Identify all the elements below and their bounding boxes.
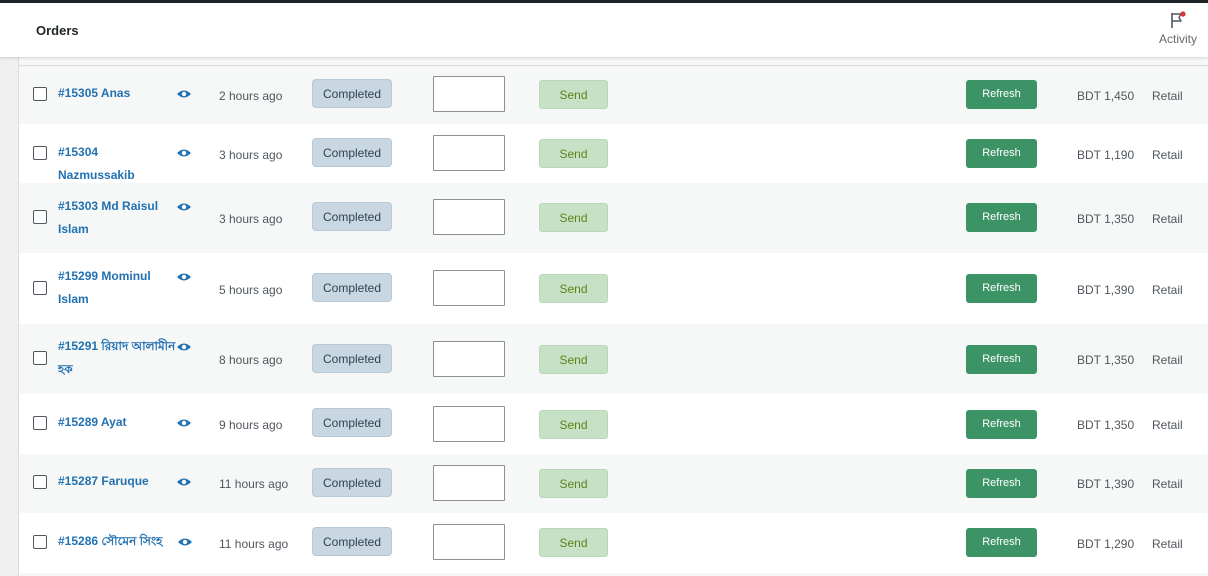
refresh-button[interactable]: Refresh — [966, 80, 1037, 109]
order-link[interactable]: #15291 রিয়াদ আলামীন হক — [58, 335, 176, 381]
row-checkbox[interactable] — [33, 351, 47, 365]
order-total: BDT 1,190 — [1077, 148, 1135, 162]
order-total: BDT 1,390 — [1077, 477, 1135, 491]
order-date: 5 hours ago — [219, 283, 283, 297]
order-link[interactable]: #15305 Anas — [58, 82, 176, 105]
tracking-input[interactable] — [433, 135, 505, 171]
send-button[interactable]: Send — [539, 80, 608, 109]
table-row: #15289 Ayat 9 hours ago Completed Send R… — [19, 394, 1208, 454]
order-type: Retail — [1152, 353, 1183, 367]
eye-icon[interactable] — [176, 201, 192, 213]
order-total: BDT 1,390 — [1077, 283, 1135, 297]
eye-icon[interactable] — [176, 271, 192, 283]
order-link[interactable]: #15304 Nazmussakib — [58, 141, 176, 187]
send-button[interactable]: Send — [539, 274, 608, 303]
tracking-input[interactable] — [433, 465, 505, 501]
table-row: #15299 Mominul Islam 5 hours ago Complet… — [19, 253, 1208, 324]
status-badge: Completed — [312, 468, 392, 497]
eye-icon[interactable] — [176, 147, 192, 159]
order-link[interactable]: #15289 Ayat — [58, 411, 176, 434]
send-button[interactable]: Send — [539, 203, 608, 232]
send-button[interactable]: Send — [539, 469, 608, 498]
order-total: BDT 1,290 — [1077, 537, 1135, 551]
row-checkbox[interactable] — [33, 146, 47, 160]
order-type: Retail — [1152, 89, 1183, 103]
table-row: #15287 Faruque 11 hours ago Completed Se… — [19, 454, 1208, 513]
refresh-button[interactable]: Refresh — [966, 345, 1037, 374]
refresh-button[interactable]: Refresh — [966, 528, 1037, 557]
send-button[interactable]: Send — [539, 139, 608, 168]
order-date: 2 hours ago — [219, 89, 283, 103]
order-type: Retail — [1152, 418, 1183, 432]
order-total: BDT 1,350 — [1077, 212, 1135, 226]
status-badge: Completed — [312, 79, 392, 108]
eye-icon[interactable] — [176, 88, 192, 100]
eye-icon[interactable] — [177, 536, 193, 548]
status-badge: Completed — [312, 138, 392, 167]
table-row: #15291 রিয়াদ আলামীন হক 8 hours ago Comp… — [19, 324, 1208, 394]
eye-icon[interactable] — [176, 476, 192, 488]
order-link[interactable]: #15299 Mominul Islam — [58, 265, 176, 311]
table-row: #15303 Md Raisul Islam 3 hours ago Compl… — [19, 183, 1208, 253]
tracking-input[interactable] — [433, 341, 505, 377]
order-type: Retail — [1152, 212, 1183, 226]
status-badge: Completed — [312, 344, 392, 373]
send-button[interactable]: Send — [539, 410, 608, 439]
status-badge: Completed — [312, 273, 392, 302]
order-date: 11 hours ago — [219, 537, 289, 551]
tracking-input[interactable] — [433, 76, 505, 112]
order-date: 3 hours ago — [219, 148, 283, 162]
order-type: Retail — [1152, 148, 1183, 162]
table-row: #15305 Anas 2 hours ago Completed Send R… — [19, 67, 1208, 124]
status-badge: Completed — [312, 527, 392, 556]
order-date: 11 hours ago — [219, 477, 289, 491]
order-type: Retail — [1152, 283, 1183, 297]
row-checkbox[interactable] — [33, 281, 47, 295]
eye-icon[interactable] — [176, 341, 192, 353]
row-checkbox[interactable] — [33, 210, 47, 224]
order-total: BDT 1,350 — [1077, 353, 1135, 367]
send-button[interactable]: Send — [539, 345, 608, 374]
status-badge: Completed — [312, 202, 392, 231]
order-date: 3 hours ago — [219, 212, 283, 226]
refresh-button[interactable]: Refresh — [966, 203, 1037, 232]
orders-table: #15305 Anas 2 hours ago Completed Send R… — [18, 57, 1208, 576]
send-button[interactable]: Send — [539, 528, 608, 557]
order-type: Retail — [1152, 537, 1183, 551]
page-header: Orders Activity — [0, 3, 1208, 57]
row-checkbox[interactable] — [33, 475, 47, 489]
table-row: #15286 সৌমেন সিংহ 11 hours ago Completed… — [19, 513, 1208, 573]
row-checkbox[interactable] — [33, 87, 47, 101]
row-checkbox[interactable] — [33, 535, 47, 549]
tracking-input[interactable] — [433, 524, 505, 560]
refresh-button[interactable]: Refresh — [966, 274, 1037, 303]
eye-icon[interactable] — [176, 417, 192, 429]
refresh-button[interactable]: Refresh — [966, 139, 1037, 168]
tracking-input[interactable] — [433, 406, 505, 442]
activity-label: Activity — [1158, 32, 1197, 46]
row-checkbox[interactable] — [33, 416, 47, 430]
activity-button[interactable]: Activity — [1152, 11, 1204, 55]
order-link[interactable]: #15286 সৌমেন সিংহ — [58, 530, 183, 553]
refresh-button[interactable]: Refresh — [966, 410, 1037, 439]
table-header — [19, 57, 1208, 66]
tracking-input[interactable] — [433, 270, 505, 306]
order-type: Retail — [1152, 477, 1183, 491]
order-date: 8 hours ago — [219, 353, 283, 367]
refresh-button[interactable]: Refresh — [966, 469, 1037, 498]
status-badge: Completed — [312, 408, 392, 437]
order-total: BDT 1,450 — [1077, 89, 1135, 103]
flag-icon — [1171, 11, 1186, 28]
page-title: Orders — [36, 23, 79, 38]
order-date: 9 hours ago — [219, 418, 283, 432]
table-row: #15304 Nazmussakib 3 hours ago Completed… — [19, 124, 1208, 183]
order-link[interactable]: #15303 Md Raisul Islam — [58, 195, 176, 241]
tracking-input[interactable] — [433, 199, 505, 235]
order-link[interactable]: #15287 Faruque — [58, 470, 176, 493]
order-total: BDT 1,350 — [1077, 418, 1135, 432]
